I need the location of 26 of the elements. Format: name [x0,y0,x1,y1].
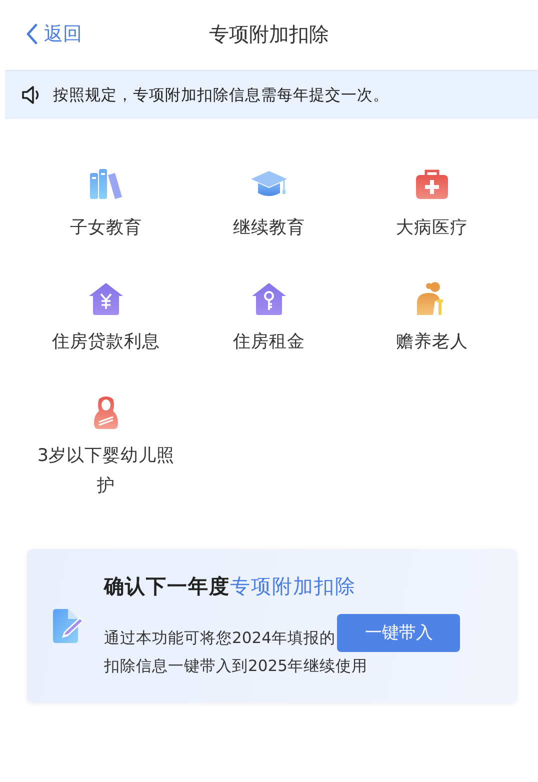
description-line: 通过本功能可将您2024年填报的 [104,628,336,648]
back-icon [26,23,38,45]
deduction-item[interactable]: 赡养老人 [350,281,514,357]
house-key-icon [250,281,288,317]
document-edit-icon [50,608,86,644]
deduction-item[interactable]: 3岁以下婴幼儿照护 [24,395,188,501]
item-label: 住房租金 [232,331,306,354]
house-yuan-icon [87,281,125,317]
item-label: 大病医疗 [395,217,469,240]
bring-in-button[interactable]: 一键带入 [337,614,460,652]
item-label: 3岁以下婴幼儿照护 [36,445,176,498]
item-label: 赡养老人 [395,331,469,354]
back-button[interactable]: 返回 [0,21,82,47]
description-line: 扣除信息一键带入到2025年继续使用 [104,656,368,676]
deduction-item[interactable]: 继续教育 [188,167,350,243]
item-label: 子女教育 [69,217,143,240]
page-title: 专项附加扣除 [209,20,329,48]
notice-text: 按照规定，专项附加扣除信息需每年提交一次。 [53,84,389,106]
deduction-item[interactable]: 住房租金 [188,281,350,357]
item-label: 住房贷款利息 [51,331,161,354]
item-label: 继续教育 [232,217,306,240]
deduction-item[interactable]: 住房贷款利息 [24,281,188,357]
card-title-highlight: 专项附加扣除 [230,574,356,598]
deduction-item[interactable]: 大病医疗 [350,167,514,243]
deduction-item[interactable]: 子女教育 [24,167,188,243]
card-title: 确认下一年度 [104,574,230,598]
